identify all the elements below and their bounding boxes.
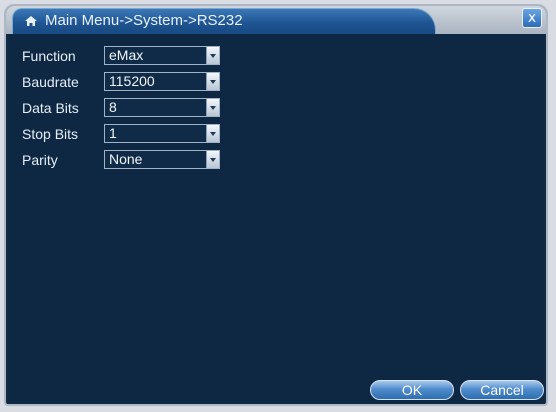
parity-value: None (109, 151, 143, 167)
ok-button[interactable]: OK (370, 380, 454, 400)
stop-bits-label: Stop Bits (22, 126, 79, 142)
data-bits-value: 8 (109, 99, 117, 115)
settings-panel: Function eMax Baudrate 115200 Data Bits … (8, 34, 544, 402)
chevron-down-icon[interactable] (206, 151, 219, 168)
title-tab: Main Menu->System->RS232 (12, 8, 436, 34)
parity-select[interactable]: None (104, 150, 220, 169)
baudrate-label: Baudrate (22, 74, 79, 90)
baudrate-value: 115200 (109, 73, 155, 89)
stop-bits-select[interactable]: 1 (104, 124, 220, 143)
close-icon: x (527, 10, 537, 26)
function-label: Function (22, 48, 76, 64)
data-bits-select[interactable]: 8 (104, 98, 220, 117)
chevron-down-icon[interactable] (206, 73, 219, 90)
window-title: Main Menu->System->RS232 (45, 12, 243, 29)
stop-bits-value: 1 (109, 125, 117, 141)
function-select[interactable]: eMax (104, 46, 220, 65)
data-bits-label: Data Bits (22, 100, 79, 116)
chevron-down-icon[interactable] (206, 47, 219, 64)
cancel-button[interactable]: Cancel (460, 380, 544, 400)
parity-label: Parity (22, 152, 58, 168)
title-bar: Main Menu->System->RS232 x (6, 6, 546, 34)
chevron-down-icon[interactable] (206, 125, 219, 142)
close-button[interactable]: x (522, 8, 542, 28)
rs232-dialog: Main Menu->System->RS232 x Function eMax… (4, 4, 548, 406)
home-icon (25, 16, 37, 26)
baudrate-select[interactable]: 115200 (104, 72, 220, 91)
function-value: eMax (109, 47, 144, 63)
chevron-down-icon[interactable] (206, 99, 219, 116)
